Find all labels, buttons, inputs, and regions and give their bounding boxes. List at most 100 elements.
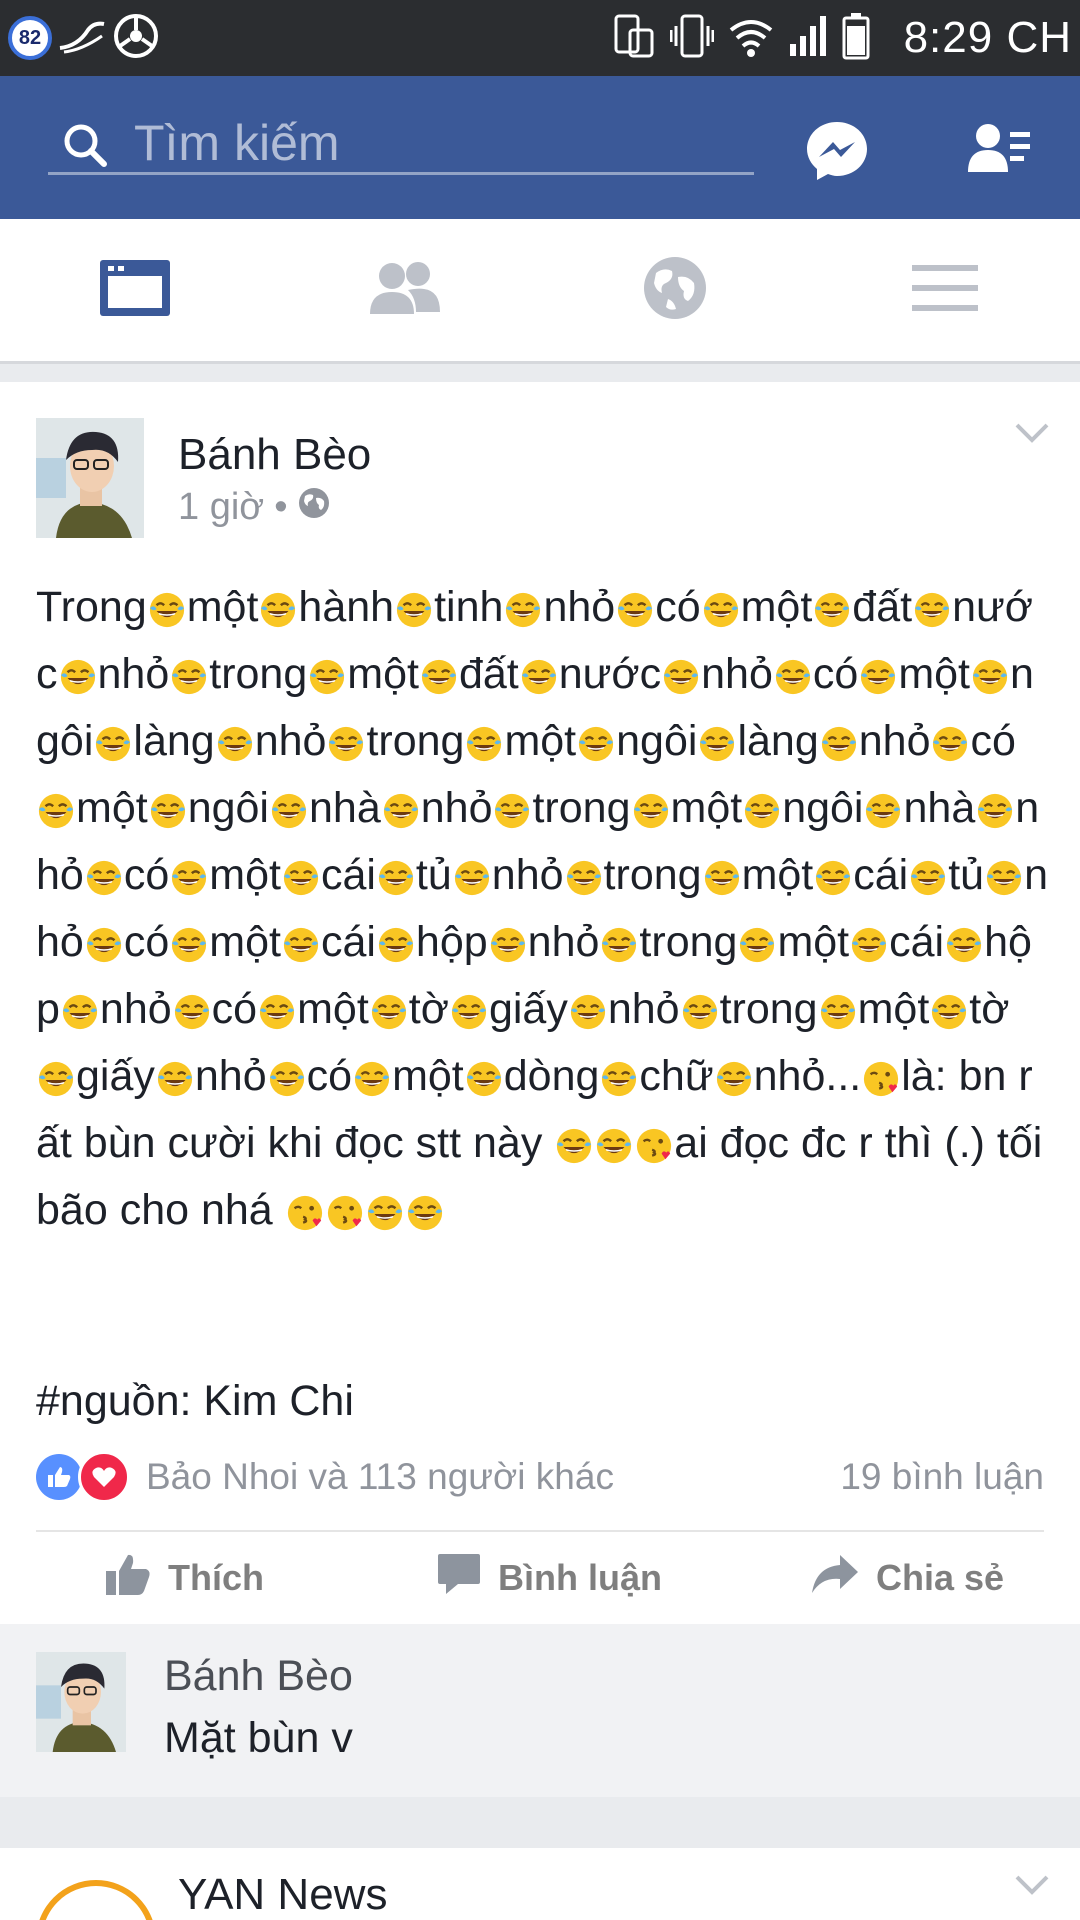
- top-comment[interactable]: Bánh Bèo Mặt bùn v: [0, 1624, 1080, 1797]
- menu-icon: [912, 263, 978, 318]
- post-text-word: đất: [852, 583, 913, 631]
- post-author[interactable]: Bánh Bèo: [178, 430, 371, 480]
- avatar[interactable]: [36, 418, 144, 538]
- post-text-word: trong: [209, 650, 308, 698]
- laughing-tears-emoji-icon: [407, 1195, 442, 1231]
- next-post-options-chevron-icon[interactable]: [1014, 1874, 1050, 1901]
- post-text-word: hành: [298, 583, 395, 631]
- search-input[interactable]: [132, 116, 736, 170]
- comment-label: Bình luận: [498, 1557, 662, 1598]
- laughing-tears-emoji-icon: [283, 860, 319, 896]
- laughing-tears-emoji-icon: [821, 726, 856, 762]
- post-card: Bánh Bèo 1 giờ • Trong một hành tinh nhỏ có mộ…: [0, 382, 1080, 1797]
- laughing-tears-emoji-icon: [378, 927, 414, 963]
- laughing-tears-emoji-icon: [451, 994, 487, 1030]
- search-bar[interactable]: [48, 116, 754, 175]
- kissing-emoji-icon: [637, 1128, 672, 1164]
- laughing-tears-emoji-icon: [716, 1061, 751, 1097]
- post-text-word: Trong: [36, 583, 147, 631]
- like-button[interactable]: Thích: [104, 1532, 264, 1624]
- comment-avatar[interactable]: [36, 1652, 126, 1752]
- laughing-tears-emoji-icon: [383, 793, 418, 829]
- post-text-word: nhỏ: [194, 1052, 267, 1100]
- post-text-word: có: [123, 918, 170, 966]
- post-text-word: trong: [532, 784, 631, 832]
- swoosh-icon: [58, 16, 106, 61]
- tab-menu[interactable]: [810, 219, 1080, 361]
- messenger-icon[interactable]: [805, 120, 869, 187]
- reactions-summary[interactable]: Bảo Nhoi và 113 người khác: [146, 1456, 840, 1498]
- laughing-tears-emoji-icon: [86, 927, 121, 963]
- post-text-word: nhỏ: [543, 583, 616, 631]
- post-text-word: cái: [320, 851, 376, 899]
- post-text-word: đất: [458, 650, 519, 698]
- post-text-word: nhà: [308, 784, 381, 832]
- post-actions: Thích Bình luận Chia sẻ: [0, 1532, 1080, 1624]
- post-text-word: nhỏ: [858, 717, 931, 765]
- post-text-word: trong: [639, 918, 738, 966]
- meta-separator: •: [274, 486, 288, 528]
- laughing-tears-emoji-icon: [682, 994, 717, 1030]
- post-options-chevron-icon[interactable]: [1014, 422, 1050, 449]
- share-button[interactable]: Chia sẻ: [810, 1532, 1004, 1624]
- privacy-globe-icon: [298, 486, 330, 529]
- clock: 8:29 CH: [903, 13, 1072, 62]
- laughing-tears-emoji-icon: [217, 726, 252, 762]
- laughing-tears-emoji-icon: [933, 726, 968, 762]
- post-text-word: một: [898, 650, 970, 698]
- post-time[interactable]: 1 giờ: [178, 486, 264, 529]
- laughing-tears-emoji-icon: [570, 994, 605, 1030]
- post-text-word: cái: [853, 851, 909, 899]
- laughing-tears-emoji-icon: [602, 927, 637, 963]
- comments-count[interactable]: 19 bình luận: [840, 1456, 1044, 1498]
- post-text-word: nhỏ: [97, 650, 170, 698]
- laughing-tears-emoji-icon: [490, 927, 525, 963]
- laughing-tears-emoji-icon: [466, 1061, 501, 1097]
- laughing-tears-emoji-icon: [861, 659, 896, 695]
- post-text-word: trong: [603, 851, 702, 899]
- comment-bubble-icon: [436, 1552, 482, 1605]
- laughing-tears-emoji-icon: [62, 994, 98, 1030]
- vibrate-icon: [669, 12, 715, 65]
- post-text-word: có: [306, 1052, 353, 1100]
- laughing-tears-emoji-icon: [521, 659, 556, 695]
- post-text-word: có: [123, 851, 170, 899]
- post-text-word: hộp: [415, 918, 488, 966]
- next-post-author[interactable]: YAN News: [178, 1870, 387, 1920]
- post-text-word: nhỏ: [607, 985, 680, 1033]
- friend-requests-icon[interactable]: [968, 122, 1032, 179]
- laughing-tears-emoji-icon: [60, 659, 95, 695]
- laughing-tears-emoji-icon: [932, 994, 967, 1030]
- post-text-word: một: [740, 583, 813, 631]
- kissing-emoji-icon: [327, 1195, 362, 1231]
- post-text-word: nhỏ: [527, 918, 600, 966]
- laughing-tears-emoji-icon: [261, 592, 296, 628]
- wifi-icon: [728, 14, 774, 63]
- laughing-tears-emoji-icon: [946, 927, 982, 963]
- steering-wheel-icon: [112, 12, 160, 65]
- reactions-bar[interactable]: Bảo Nhoi và 113 người khác 19 bình luận: [36, 1451, 1044, 1503]
- post-text-word: có: [211, 985, 258, 1033]
- laughing-tears-emoji-icon: [174, 994, 209, 1030]
- like-reaction-icon: [36, 1454, 82, 1500]
- post-text-word: một: [670, 784, 743, 832]
- next-post-avatar[interactable]: [36, 1880, 156, 1920]
- laughing-tears-emoji-icon: [454, 860, 489, 896]
- laughing-tears-emoji-icon: [579, 726, 614, 762]
- laughing-tears-emoji-icon: [602, 1061, 637, 1097]
- share-label: Chia sẻ: [876, 1557, 1005, 1598]
- comment-button[interactable]: Bình luận: [436, 1532, 662, 1624]
- tab-notifications[interactable]: [540, 219, 810, 361]
- post-text-word: một: [392, 1052, 464, 1100]
- post-hashtag-line: #nguồn: Kim Chi: [36, 1377, 354, 1425]
- battery-saver-badge: 82: [8, 16, 52, 60]
- comment-author[interactable]: Bánh Bèo: [164, 1652, 353, 1701]
- tab-friends[interactable]: [270, 219, 540, 361]
- kissing-emoji-icon: [864, 1061, 899, 1097]
- tab-news-feed[interactable]: [0, 219, 270, 361]
- post-text-word: giấy: [488, 985, 568, 1033]
- laughing-tears-emoji-icon: [172, 659, 207, 695]
- laughing-tears-emoji-icon: [283, 927, 319, 963]
- post-text-word: nhỏ...: [753, 1052, 862, 1100]
- post-text-word: nhỏ: [254, 717, 327, 765]
